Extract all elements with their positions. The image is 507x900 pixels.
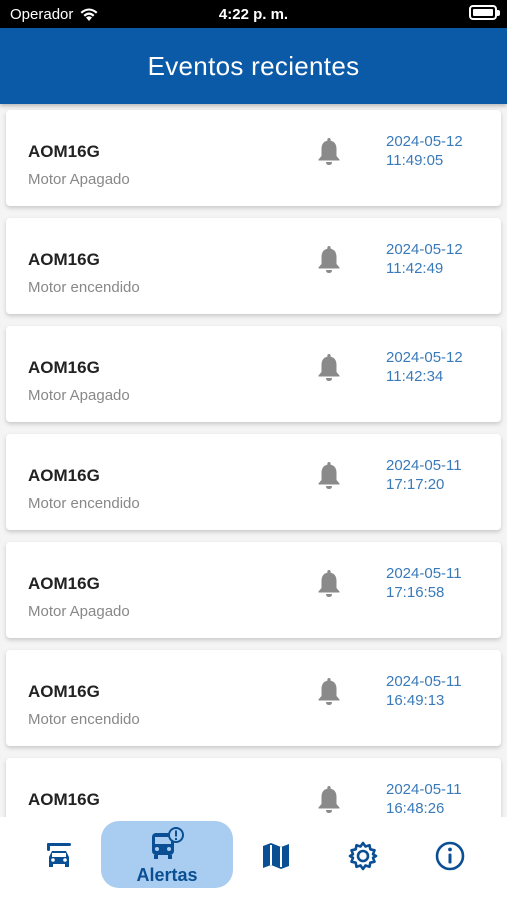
event-time: 11:42:34	[386, 368, 444, 385]
event-timestamp: 2024-05-11 17:16:58	[386, 564, 462, 602]
event-time: 11:42:49	[386, 260, 444, 277]
event-plate: AOM16G	[28, 142, 100, 161]
event-timestamp: 2024-05-11 16:49:13	[386, 672, 462, 710]
event-card[interactable]: AOM16G Motor Apagado 2024-05-12 11:42:34	[6, 326, 501, 422]
event-time: 11:49:05	[386, 152, 444, 169]
event-time: 17:16:58	[386, 584, 445, 601]
event-time: 16:49:13	[386, 692, 445, 709]
event-date: 2024-05-11	[386, 781, 462, 798]
event-description: Motor Apagado	[28, 171, 130, 188]
nav-item-vehicles[interactable]	[34, 823, 84, 889]
map-icon	[263, 843, 289, 869]
event-card[interactable]: AOM16G Motor Apagado 2024-05-11 17:16:58	[6, 542, 501, 638]
event-card[interactable]: AOM16G Motor Apagado 2024-05-12 11:49:05	[6, 110, 501, 206]
event-plate: AOM16G	[28, 250, 100, 269]
event-description: Motor encendido	[28, 495, 140, 512]
event-timestamp: 2024-05-12 11:49:05	[386, 132, 463, 170]
event-time: 16:48:26	[386, 800, 445, 817]
event-plate: AOM16G	[28, 358, 100, 377]
app-header: Eventos recientes	[0, 28, 507, 104]
event-timestamp: 2024-05-11 16:48:26	[386, 780, 462, 817]
event-date: 2024-05-12	[386, 241, 463, 258]
event-description: Motor Apagado	[28, 387, 130, 404]
page-title: Eventos recientes	[147, 50, 360, 81]
bell-icon	[318, 138, 340, 165]
status-time: 4:22 p. m.	[218, 6, 289, 23]
event-description: Motor encendido	[28, 279, 140, 296]
event-card[interactable]: AOM16G 2024-05-11 16:48:26	[6, 758, 501, 817]
event-plate: AOM16G	[28, 790, 100, 809]
event-plate: AOM16G	[28, 466, 100, 485]
event-timestamp: 2024-05-12 11:42:49	[386, 240, 463, 278]
event-list[interactable]: AOM16G Motor Apagado 2024-05-12 11:49:05…	[0, 104, 507, 817]
bell-icon	[318, 354, 340, 381]
bottom-nav: Alertas	[0, 817, 507, 900]
bell-icon	[318, 462, 340, 489]
event-timestamp: 2024-05-11 17:17:20	[386, 456, 462, 494]
nav-item-info[interactable]	[427, 823, 473, 889]
bell-icon	[318, 570, 340, 597]
gear-icon	[348, 841, 378, 871]
bell-icon	[318, 246, 340, 273]
event-date: 2024-05-11	[386, 565, 462, 582]
event-date: 2024-05-11	[386, 457, 462, 474]
event-date: 2024-05-11	[386, 673, 462, 690]
event-plate: AOM16G	[28, 574, 100, 593]
battery-icon	[469, 5, 500, 20]
bell-icon	[318, 786, 340, 813]
bell-icon	[318, 678, 340, 705]
event-card[interactable]: AOM16G Motor encendido 2024-05-12 11:42:…	[6, 218, 501, 314]
event-card[interactable]: AOM16G Motor encendido 2024-05-11 16:49:…	[6, 650, 501, 746]
event-date: 2024-05-12	[386, 349, 463, 366]
event-date: 2024-05-12	[386, 133, 463, 150]
event-plate: AOM16G	[28, 682, 100, 701]
bus-alert-icon	[152, 826, 184, 859]
nav-item-map[interactable]	[253, 823, 299, 889]
nav-label-alertas: Alertas	[136, 864, 198, 885]
nav-item-alertas[interactable]: Alertas	[101, 823, 233, 889]
status-bar: Operador 4:22 p. m.	[0, 0, 507, 28]
nav-item-settings[interactable]	[340, 823, 386, 889]
event-time: 17:17:20	[386, 476, 445, 493]
info-icon	[435, 841, 465, 871]
vehicle-icon	[47, 843, 71, 867]
event-description: Motor encendido	[28, 711, 140, 728]
event-card[interactable]: AOM16G Motor encendido 2024-05-11 17:17:…	[6, 434, 501, 530]
event-timestamp: 2024-05-12 11:42:34	[386, 348, 463, 386]
event-description: Motor Apagado	[28, 603, 130, 620]
